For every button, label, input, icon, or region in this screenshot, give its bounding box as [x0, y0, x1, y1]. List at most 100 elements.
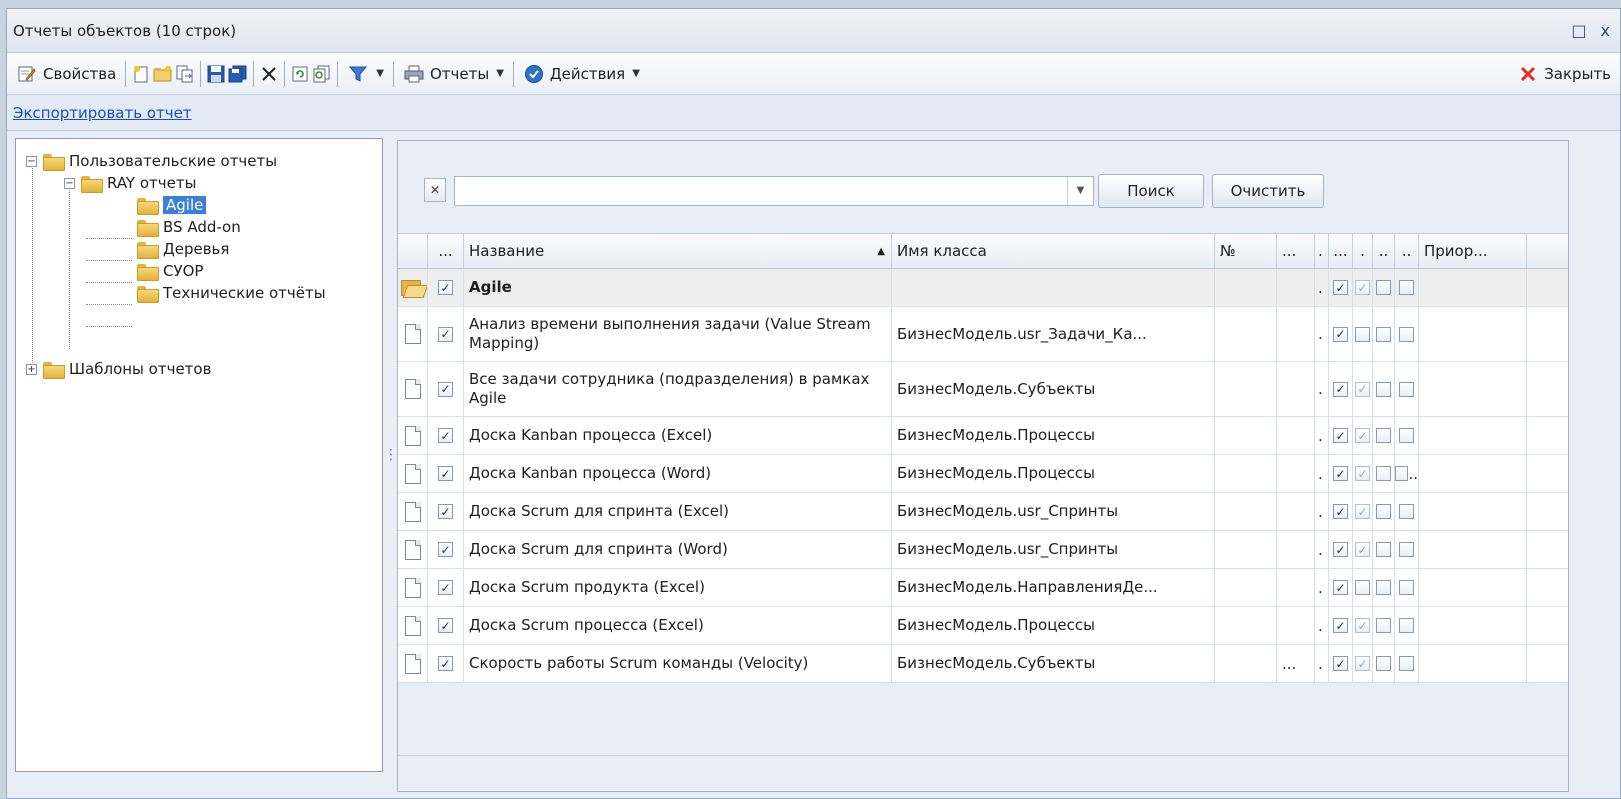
flag-checkbox[interactable]	[1399, 580, 1414, 595]
flag-checkbox[interactable]	[1355, 580, 1370, 595]
column-header-flag-4[interactable]: ..	[1395, 234, 1419, 268]
column-header-flag-2[interactable]: .	[1353, 234, 1373, 268]
table-row[interactable]: ✓ Доска Scrum для спринта (Word) БизнесМ…	[398, 531, 1568, 569]
table-row[interactable]: ✓ Agile . ✓ ✓	[398, 269, 1568, 307]
flag-checkbox[interactable]	[1399, 326, 1414, 342]
collapse-icon[interactable]: −	[64, 177, 75, 189]
tree-node-suor[interactable]: СУОР	[136, 260, 203, 282]
row-checkbox[interactable]: ✓	[438, 428, 453, 443]
column-header-icon[interactable]	[398, 234, 428, 268]
flag-checkbox[interactable]	[1399, 618, 1414, 633]
flag-checkbox[interactable]: ✓	[1333, 656, 1348, 671]
sync-icon[interactable]	[311, 63, 333, 85]
row-checkbox[interactable]: ✓	[438, 504, 453, 519]
tree-node-templates[interactable]: + Шаблоны отчетов	[26, 358, 211, 380]
tree-node-user-reports[interactable]: − Пользовательские отчеты	[26, 150, 277, 172]
column-header-extra-1[interactable]: ...	[1277, 234, 1315, 268]
properties-button[interactable]: Свойства	[11, 60, 121, 88]
column-header-check[interactable]: ...	[428, 234, 464, 268]
flag-checkbox[interactable]: ✓	[1333, 618, 1348, 633]
reports-dropdown-button[interactable]: Отчеты ▼	[398, 60, 509, 88]
tree-node-agile[interactable]: Agile	[136, 194, 207, 216]
flag-checkbox[interactable]: ✓	[1333, 504, 1348, 519]
column-header-extra-2[interactable]: .	[1315, 234, 1329, 268]
close-button[interactable]: Закрыть	[1512, 60, 1616, 88]
search-input[interactable]	[455, 177, 1067, 205]
table-row[interactable]: ✓ Доска Kanban процесса (Word) БизнесМод…	[398, 455, 1568, 493]
column-header-number[interactable]: №	[1215, 234, 1277, 268]
flag-checkbox[interactable]: ✓	[1355, 428, 1370, 443]
export-report-link[interactable]: Экспортировать отчет	[13, 104, 192, 122]
flag-checkbox[interactable]: ✓	[1333, 326, 1348, 342]
row-checkbox[interactable]: ✓	[438, 580, 453, 595]
search-combobox[interactable]: ▼	[454, 176, 1094, 206]
flag-checkbox[interactable]: ✓	[1355, 381, 1370, 397]
actions-dropdown-button[interactable]: Действия ▼	[518, 60, 645, 88]
refresh-icon[interactable]	[289, 63, 311, 85]
flag-checkbox[interactable]	[1355, 326, 1370, 342]
flag-checkbox[interactable]	[1376, 381, 1391, 397]
flag-checkbox[interactable]	[1376, 580, 1391, 595]
flag-checkbox[interactable]	[1376, 428, 1391, 443]
flag-checkbox[interactable]	[1399, 428, 1414, 443]
flag-checkbox[interactable]: ✓	[1355, 466, 1370, 481]
row-checkbox[interactable]: ✓	[438, 466, 453, 481]
chevron-down-icon[interactable]: ▼	[1067, 177, 1093, 205]
search-button[interactable]: Поиск	[1098, 174, 1204, 208]
row-checkbox[interactable]: ✓	[438, 618, 453, 633]
flag-checkbox[interactable]	[1376, 504, 1391, 519]
table-row[interactable]: ✓ Доска Scrum процесса (Excel) БизнесМод…	[398, 607, 1568, 645]
copy-report-icon[interactable]	[174, 63, 196, 85]
flag-checkbox[interactable]	[1399, 280, 1414, 295]
tree-node-ray-reports[interactable]: − RAY отчеты	[64, 172, 196, 194]
flag-checkbox[interactable]	[1399, 381, 1414, 397]
column-header-priority[interactable]: Приор...	[1419, 234, 1527, 268]
flag-checkbox[interactable]	[1376, 280, 1391, 295]
clear-button[interactable]: Очистить	[1212, 174, 1324, 208]
new-folder-icon[interactable]	[152, 63, 174, 85]
flag-checkbox[interactable]: ✓	[1355, 504, 1370, 519]
table-row[interactable]: ✓ Скорость работы Scrum команды (Velocit…	[398, 645, 1568, 683]
close-window-button[interactable]: x	[1601, 21, 1610, 40]
table-row[interactable]: ✓ Доска Scrum для спринта (Excel) Бизнес…	[398, 493, 1568, 531]
column-header-flag-3[interactable]: ..	[1373, 234, 1395, 268]
row-checkbox[interactable]: ✓	[438, 326, 453, 342]
table-row[interactable]: ✓ Все задачи сотрудника (подразделения) …	[398, 362, 1568, 417]
clear-search-icon[interactable]: ✕	[424, 178, 446, 202]
row-checkbox[interactable]: ✓	[438, 542, 453, 557]
flag-checkbox[interactable]	[1376, 466, 1391, 481]
tree-node-trees[interactable]: Деревья	[136, 238, 229, 260]
delete-icon[interactable]	[258, 63, 280, 85]
flag-checkbox[interactable]: ✓	[1355, 656, 1370, 671]
flag-checkbox[interactable]	[1376, 656, 1391, 671]
restore-window-button[interactable]: □	[1571, 21, 1586, 40]
flag-checkbox[interactable]: ✓	[1333, 381, 1348, 397]
flag-checkbox[interactable]	[1399, 656, 1414, 671]
filter-dropdown-button[interactable]: ▼	[342, 60, 389, 88]
table-row[interactable]: ✓ Анализ времени выполнения задачи (Valu…	[398, 307, 1568, 362]
table-row[interactable]: ✓ Доска Scrum продукта (Excel) БизнесМод…	[398, 569, 1568, 607]
flag-checkbox[interactable]	[1399, 542, 1414, 557]
column-header-class[interactable]: Имя класса	[892, 234, 1215, 268]
column-header-flag-1[interactable]: ...	[1329, 234, 1353, 268]
table-row[interactable]: ✓ Доска Kanban процесса (Excel) БизнесМо…	[398, 417, 1568, 455]
tree-node-technical[interactable]: Технические отчёты	[136, 282, 326, 304]
flag-checkbox[interactable]	[1376, 542, 1391, 557]
save-icon[interactable]	[205, 63, 227, 85]
flag-checkbox[interactable]: ✓	[1355, 542, 1370, 557]
expand-icon[interactable]: +	[26, 363, 37, 375]
save-all-icon[interactable]	[227, 63, 249, 85]
flag-checkbox[interactable]: ✓	[1355, 280, 1370, 295]
flag-checkbox[interactable]	[1395, 466, 1409, 481]
flag-checkbox[interactable]: ✓	[1333, 542, 1348, 557]
row-checkbox[interactable]: ✓	[438, 381, 453, 397]
flag-checkbox[interactable]: ✓	[1355, 618, 1370, 633]
flag-checkbox[interactable]: ✓	[1333, 280, 1348, 295]
row-checkbox[interactable]: ✓	[438, 280, 453, 295]
row-checkbox[interactable]: ✓	[438, 656, 453, 671]
flag-checkbox[interactable]: ✓	[1333, 428, 1348, 443]
new-report-icon[interactable]	[130, 63, 152, 85]
flag-checkbox[interactable]	[1376, 618, 1391, 633]
flag-checkbox[interactable]: ✓	[1333, 466, 1348, 481]
tree-node-bs-addon[interactable]: BS Add-on	[136, 216, 241, 238]
